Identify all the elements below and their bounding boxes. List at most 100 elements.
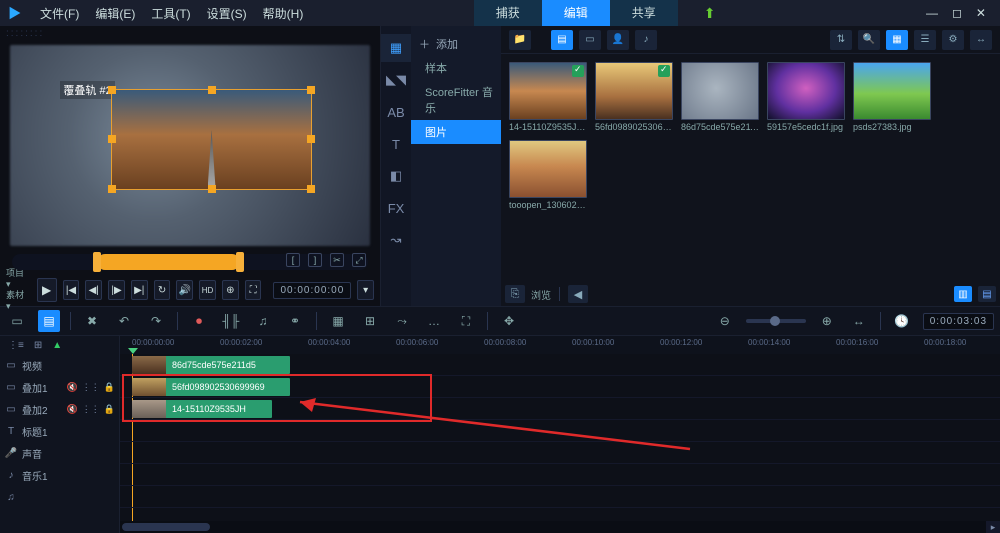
track-row[interactable] bbox=[120, 464, 1000, 486]
solo-icon[interactable]: ⋮⋮ bbox=[82, 404, 100, 415]
library-thumb[interactable]: 56fd098902530699660... bbox=[595, 62, 673, 132]
split-icon[interactable]: ✂ bbox=[330, 253, 344, 267]
menu-settings[interactable]: 设置(S) bbox=[207, 5, 247, 22]
trim-bar[interactable]: [ ] ✂ ⤢ bbox=[12, 254, 368, 270]
library-thumb[interactable]: psds27383.jpg bbox=[853, 62, 931, 132]
view-list-button[interactable]: ☰ bbox=[914, 30, 936, 50]
menu-edit[interactable]: 编辑(E) bbox=[95, 5, 135, 22]
source-toggle[interactable]: 项目 ▾ 素材 ▾ bbox=[6, 268, 27, 312]
tab-share[interactable]: 共享 bbox=[610, 0, 678, 26]
resize-handle[interactable] bbox=[208, 185, 216, 193]
timeline-clip[interactable]: 14-15110Z9535JH bbox=[132, 400, 272, 418]
play-button[interactable]: ▶ bbox=[37, 278, 57, 302]
tab-edit[interactable]: 编辑 bbox=[542, 0, 610, 26]
drag-handle-icon[interactable]: :::::::: bbox=[0, 26, 380, 41]
mixer-button[interactable]: ╢╟ bbox=[220, 310, 242, 332]
crop-button[interactable]: ⛶ bbox=[455, 310, 477, 332]
track-menu-icon[interactable]: ⋮≡ bbox=[8, 340, 24, 351]
view-grid-button[interactable]: ▦ bbox=[886, 30, 908, 50]
track-head-overlay2[interactable]: ▭叠加2🔇⋮⋮🔒 bbox=[0, 398, 119, 420]
solo-icon[interactable]: ⋮⋮ bbox=[82, 382, 100, 393]
track-up-icon[interactable]: ▲ bbox=[52, 340, 62, 351]
resize-handle[interactable] bbox=[108, 86, 116, 94]
library-thumb[interactable]: 86d75cde575e211d5... bbox=[681, 62, 759, 132]
zoom-knob[interactable] bbox=[770, 316, 780, 326]
timeline-timecode[interactable]: 0:00:03:03 bbox=[923, 313, 994, 330]
subtitle-button[interactable]: … bbox=[423, 310, 445, 332]
grid-button[interactable]: ⊞ bbox=[359, 310, 381, 332]
scrollbar-end-button[interactable]: ▸ bbox=[986, 521, 1000, 533]
track-row[interactable] bbox=[120, 420, 1000, 442]
track-add-icon[interactable]: ⊞ bbox=[34, 340, 42, 351]
lock-icon[interactable]: 🔒 bbox=[104, 404, 115, 415]
preview-timecode[interactable]: 00:00:00:00 bbox=[273, 282, 351, 299]
hd-button[interactable]: HD bbox=[199, 280, 216, 300]
title-ab-icon[interactable]: AB bbox=[381, 98, 411, 126]
path-icon[interactable]: ↝ bbox=[381, 226, 411, 254]
resize-handle[interactable] bbox=[208, 86, 216, 94]
filter-video-button[interactable]: ▭ bbox=[579, 30, 601, 50]
time-button[interactable]: 🕓 bbox=[891, 310, 913, 332]
tab-capture[interactable]: 捕获 bbox=[474, 0, 542, 26]
zoom-slider[interactable] bbox=[746, 319, 806, 323]
go-start-button[interactable]: |◀ bbox=[63, 280, 80, 300]
timeline-clip[interactable]: 86d75cde575e211d5 bbox=[132, 356, 290, 374]
storyboard-view-button[interactable]: ▭ bbox=[6, 310, 28, 332]
media-icon[interactable]: ▦ bbox=[381, 34, 411, 62]
timecode-step-button[interactable]: ▾ bbox=[357, 280, 374, 300]
undo-button[interactable]: ↶ bbox=[113, 310, 135, 332]
loop-button[interactable]: ↻ bbox=[154, 280, 171, 300]
mark-in-icon[interactable]: [ bbox=[286, 253, 300, 267]
track-body[interactable]: 00:00:00:0000:00:02:0000:00:04:0000:00:0… bbox=[120, 336, 1000, 533]
tree-scorefitter[interactable]: ScoreFitter 音乐 bbox=[411, 80, 501, 120]
resize-handle[interactable] bbox=[307, 185, 315, 193]
next-frame-button[interactable]: |▶ bbox=[108, 280, 125, 300]
lock-icon[interactable]: 🔒 bbox=[104, 382, 115, 393]
timeline-view-button[interactable]: ▤ bbox=[38, 310, 60, 332]
minimize-button[interactable]: — bbox=[926, 6, 938, 20]
menu-tool[interactable]: 工具(T) bbox=[151, 5, 190, 22]
tools-button[interactable]: ✖ bbox=[81, 310, 103, 332]
library-thumb[interactable]: tooopen_13060231.jpg bbox=[509, 140, 587, 210]
track-head-overlay1[interactable]: ▭叠加1🔇⋮⋮🔒 bbox=[0, 376, 119, 398]
filter-audio-button[interactable]: ♪ bbox=[635, 30, 657, 50]
tree-images[interactable]: 图片 bbox=[411, 120, 501, 144]
preview-viewport[interactable]: 覆叠轨 #2 bbox=[10, 45, 370, 246]
timeline-clip[interactable]: 56fd098902530699969 bbox=[132, 378, 290, 396]
add-folder-button[interactable]: ＋添加 bbox=[411, 32, 501, 56]
collapse-button[interactable]: ◀ bbox=[568, 285, 588, 303]
fit-button[interactable]: ↔ bbox=[848, 310, 870, 332]
menu-file[interactable]: 文件(F) bbox=[40, 5, 79, 22]
layout-b-button[interactable]: ▤ bbox=[978, 286, 996, 302]
record-button[interactable]: ⏺ bbox=[188, 310, 210, 332]
import-folder-button[interactable]: 📁 bbox=[509, 30, 531, 50]
go-end-button[interactable]: ▶| bbox=[131, 280, 148, 300]
text-icon[interactable]: T bbox=[381, 130, 411, 158]
zoom-in-button[interactable]: ⊕ bbox=[816, 310, 838, 332]
resize-handle[interactable] bbox=[108, 135, 116, 143]
auto-music-button[interactable]: ♫ bbox=[252, 310, 274, 332]
horizontal-scrollbar[interactable]: ▸ bbox=[120, 521, 1000, 533]
track-row[interactable]: 56fd098902530699969 bbox=[120, 376, 1000, 398]
track-head-extra[interactable]: ♫ bbox=[0, 486, 119, 508]
browse-button[interactable]: ⎘ bbox=[505, 285, 525, 303]
multicam-button[interactable]: ▦ bbox=[327, 310, 349, 332]
pan-button[interactable]: ✥ bbox=[498, 310, 520, 332]
motion-button[interactable]: ⚭ bbox=[284, 310, 306, 332]
maximize-button[interactable]: ◻ bbox=[952, 6, 962, 20]
library-thumb[interactable]: 14-15110Z9535JH.jpg bbox=[509, 62, 587, 132]
close-button[interactable]: ✕ bbox=[976, 6, 986, 20]
overlay-selection[interactable] bbox=[111, 89, 313, 190]
track-head-video[interactable]: ▭视频 bbox=[0, 354, 119, 376]
transition-icon[interactable]: ◣◥ bbox=[381, 66, 411, 94]
redo-button[interactable]: ↷ bbox=[145, 310, 167, 332]
sort-button[interactable]: ⇅ bbox=[830, 30, 852, 50]
overlay-icon[interactable]: ◧ bbox=[381, 162, 411, 190]
filter-all-button[interactable]: ▤ bbox=[551, 30, 573, 50]
mute-icon[interactable]: 🔇 bbox=[67, 382, 78, 393]
trim-range[interactable] bbox=[97, 254, 239, 270]
prev-frame-button[interactable]: ◀| bbox=[85, 280, 102, 300]
expand-icon[interactable]: ⤢ bbox=[352, 253, 366, 267]
view-resize-button[interactable]: ↔ bbox=[970, 30, 992, 50]
fx-icon[interactable]: FX bbox=[381, 194, 411, 222]
